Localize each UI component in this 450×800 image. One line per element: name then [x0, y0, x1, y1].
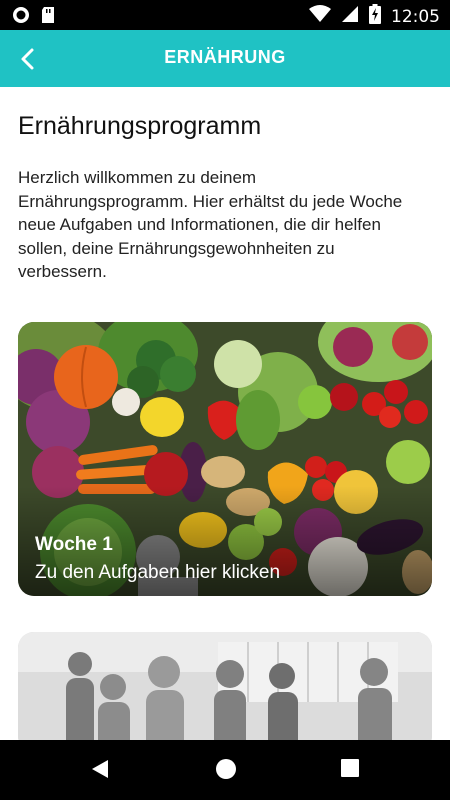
intro-text: Herzlich willkommen zu deinem Ernährungs… — [18, 168, 403, 281]
home-circle-icon — [216, 759, 236, 779]
back-triangle-icon — [92, 760, 108, 778]
week-1-card[interactable]: Woche 1 Zu den Aufgaben hier klicken — [18, 322, 432, 596]
circle-notification-icon — [12, 6, 30, 29]
sd-card-icon — [40, 6, 56, 29]
nav-recents-button[interactable] — [340, 758, 360, 783]
system-nav-bar — [0, 740, 450, 800]
recents-square-icon — [341, 759, 359, 777]
wifi-icon — [309, 5, 331, 28]
app-bar-title: ERNÄHRUNG — [164, 47, 286, 67]
signal-icon — [341, 5, 359, 28]
status-bar: 12:05 — [0, 0, 450, 30]
fitness-group-image — [18, 632, 432, 752]
week-2-card[interactable] — [18, 632, 432, 752]
nav-back-button[interactable] — [90, 758, 110, 785]
page-title: Ernährungsprogramm — [18, 112, 262, 140]
battery-charging-icon — [369, 4, 381, 29]
nav-home-button[interactable] — [215, 758, 237, 785]
app-bar: ERNÄHRUNG — [0, 30, 450, 87]
card-subtitle: Zu den Aufgaben hier klicken — [35, 562, 281, 583]
card-week-label: Woche 1 — [35, 534, 113, 555]
clock: 12:05 — [391, 6, 440, 27]
